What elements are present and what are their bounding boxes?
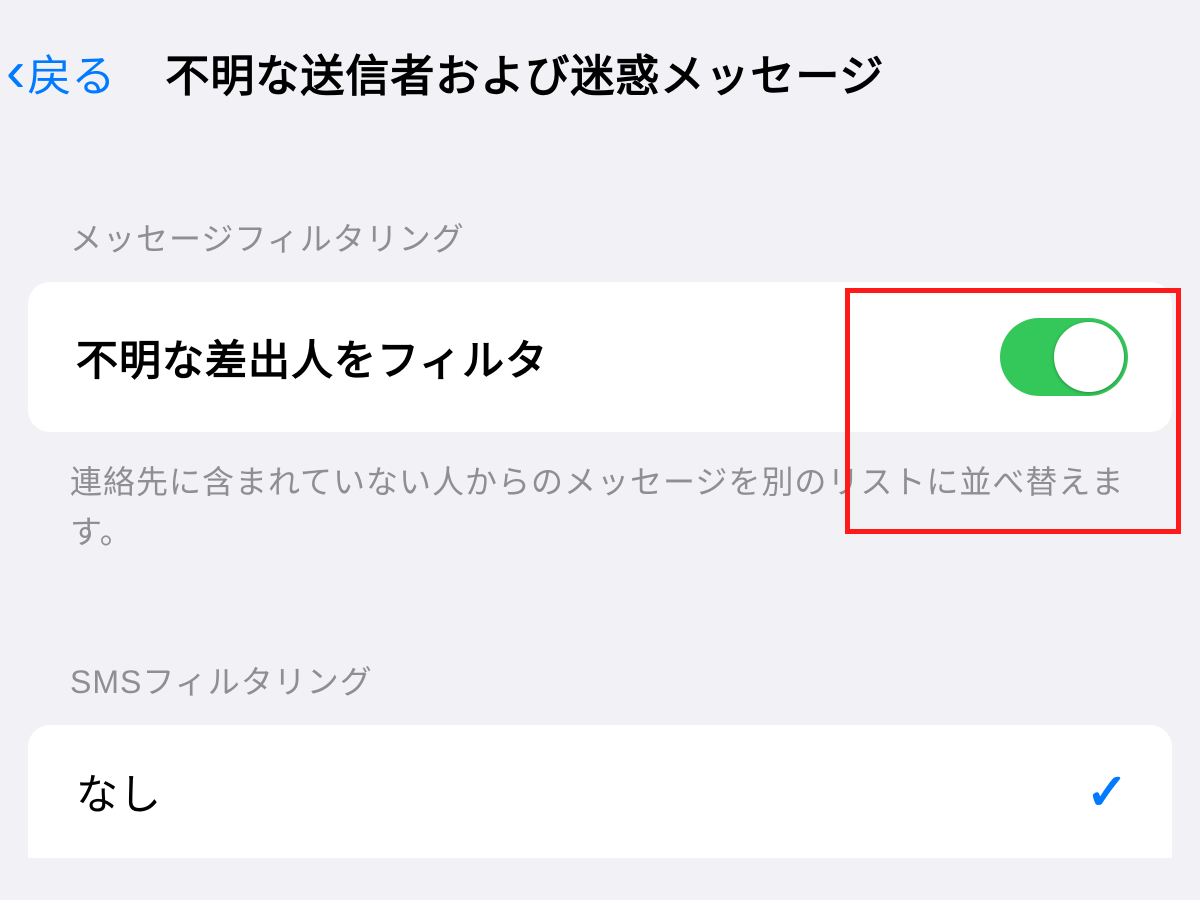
section-header-message-filtering: メッセージフィルタリング: [0, 214, 1200, 260]
section-footer-note: 連絡先に含まれていない人からのメッセージを別のリストに並べ替えます。: [0, 432, 1200, 557]
row-label: なし: [76, 761, 162, 822]
row-label: 不明な差出人をフィルタ: [76, 327, 548, 388]
toggle-knob: [1054, 322, 1124, 392]
back-button[interactable]: ‹ 戻る: [6, 40, 115, 104]
checkmark-icon: ✓: [1086, 763, 1128, 821]
row-filter-unknown-senders[interactable]: 不明な差出人をフィルタ: [28, 282, 1172, 432]
row-sms-none[interactable]: なし ✓: [28, 725, 1172, 858]
row-group-filter: 不明な差出人をフィルタ: [28, 282, 1172, 432]
row-group-sms: なし ✓: [28, 725, 1172, 858]
page-title: 不明な送信者および迷惑メッセージ: [165, 40, 884, 104]
toggle-filter-unknown-senders[interactable]: [1000, 318, 1128, 396]
chevron-left-icon: ‹: [6, 43, 25, 101]
section-header-sms-filtering: SMSフィルタリング: [0, 657, 1200, 703]
nav-bar: ‹ 戻る 不明な送信者および迷惑メッセージ: [0, 0, 1200, 104]
back-label: 戻る: [27, 40, 115, 104]
